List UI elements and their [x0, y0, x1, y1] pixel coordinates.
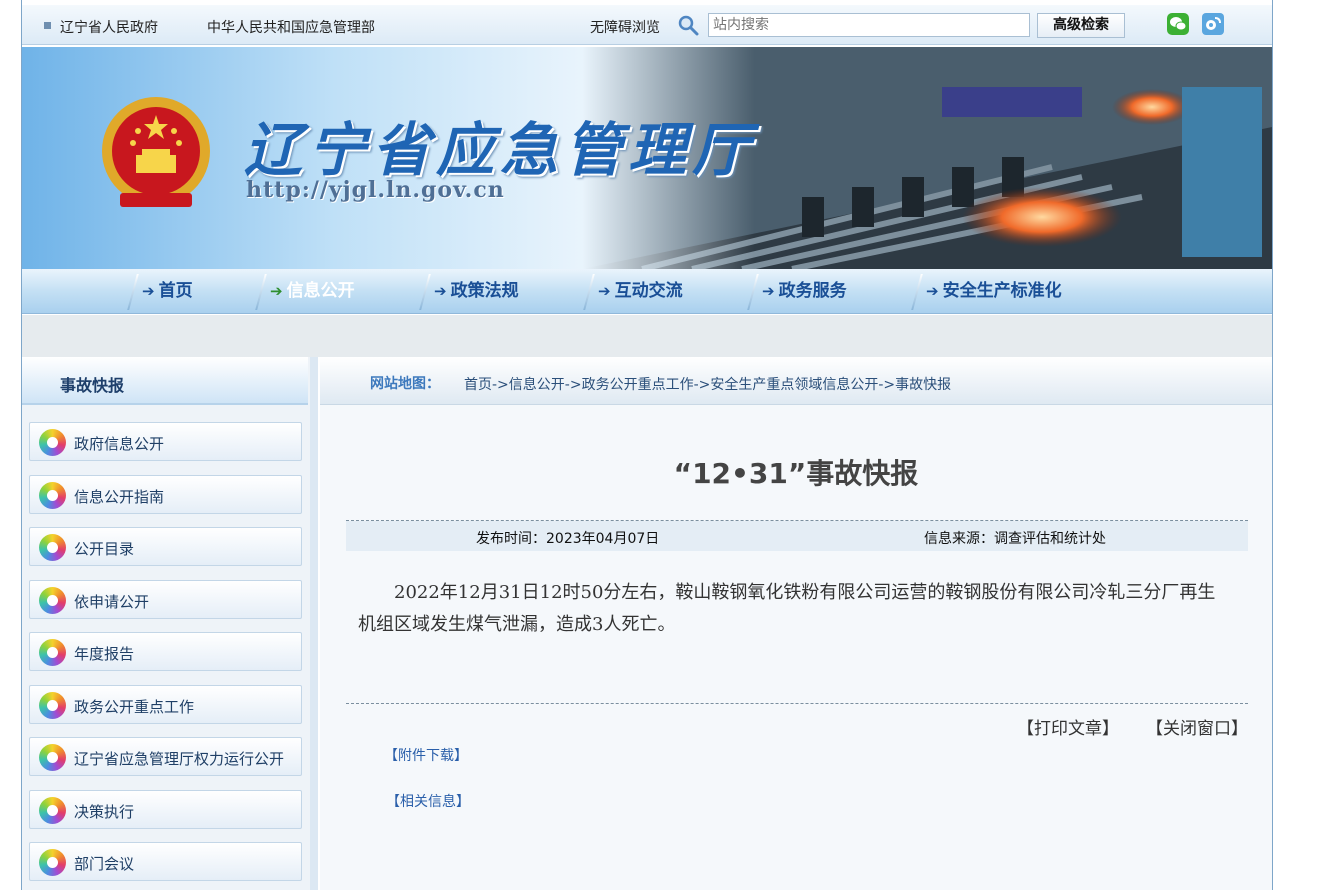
article-meta: 发布时间：2023年04月07日 信息来源：调查评估和统计处 [346, 521, 1248, 551]
main-nav: ➔ 首页 ➔ 信息公开 ➔ 政策法规 ➔ 互动交流 ➔ 政务服务 ➔ 安全生产标准化 [22, 269, 1272, 314]
wechat-icon[interactable] [1167, 13, 1189, 35]
sidebar-item-key-work[interactable]: 政务公开重点工作 [29, 685, 302, 724]
sidebar-item-guide[interactable]: 信息公开指南 [29, 475, 302, 514]
ball-icon [39, 849, 66, 876]
close-window-link[interactable]: 【关闭窗口】 [1146, 714, 1248, 739]
ball-icon [39, 797, 66, 824]
arrow-right-icon: ➔ [926, 282, 939, 300]
arrow-right-icon: ➔ [434, 282, 447, 300]
related-info-link[interactable]: 【相关信息】 [386, 791, 470, 811]
ball-icon [39, 429, 66, 456]
ball-icon [39, 639, 66, 666]
sidebar-item-gov-info[interactable]: 政府信息公开 [29, 422, 302, 461]
nav-item-policy[interactable]: ➔ 政策法规 [419, 269, 519, 314]
ball-icon [39, 692, 66, 719]
ball-icon [39, 587, 66, 614]
sidebar-header: 事故快报 [22, 357, 308, 405]
link-emergency-ministry[interactable]: 中华人民共和国应急管理部 [207, 17, 375, 37]
sidebar-item-meetings[interactable]: 部门会议 [29, 842, 302, 881]
sidebar: 事故快报 政府信息公开 信息公开指南 公开目录 依申请公开 年度报告 政务公开重… [22, 357, 318, 890]
breadcrumb-bar: 网站地图： 首页->信息公开->政务公开重点工作->安全生产重点领域信息公开->… [320, 357, 1272, 405]
ball-icon [39, 534, 66, 561]
arrow-right-icon: ➔ [598, 282, 611, 300]
nav-item-interaction[interactable]: ➔ 互动交流 [583, 269, 683, 314]
site-title: 辽宁省应急管理厅 [244, 116, 757, 184]
article-source: 信息来源：调查评估和统计处 [924, 531, 1106, 547]
attachment-download-link[interactable]: 【附件下载】 [384, 745, 468, 765]
sidebar-item-request[interactable]: 依申请公开 [29, 580, 302, 619]
sidebar-item-power-operation[interactable]: 辽宁省应急管理厅权力运行公开 [29, 737, 302, 776]
link-liaoning-government[interactable]: 辽宁省人民政府 [60, 17, 158, 37]
search-icon[interactable] [677, 14, 699, 36]
nav-item-home[interactable]: ➔ 首页 [127, 269, 193, 314]
accessibility-link[interactable]: 无障碍浏览 [590, 17, 660, 37]
print-article-link[interactable]: 【打印文章】 [1017, 714, 1119, 739]
page-frame: 辽宁省人民政府 中华人民共和国应急管理部 无障碍浏览 高级检索 [21, 0, 1273, 890]
ball-icon [39, 744, 66, 771]
header-banner: 辽宁省应急管理厅 http://yjgl.ln.gov.cn [22, 47, 1272, 269]
search-input[interactable] [708, 13, 1030, 37]
site-url: http://yjgl.ln.gov.cn [246, 177, 505, 203]
sitemap-label[interactable]: 网站地图： [370, 373, 440, 393]
sidebar-item-decision[interactable]: 决策执行 [29, 790, 302, 829]
nav-item-services[interactable]: ➔ 政务服务 [747, 269, 847, 314]
breadcrumb[interactable]: 首页->信息公开->政务公开重点工作->安全生产重点领域信息公开->事故快报 [464, 374, 951, 394]
sidebar-item-catalog[interactable]: 公开目录 [29, 527, 302, 566]
publish-date: 发布时间：2023年04月07日 [476, 531, 660, 547]
article-body: 2022年12月31日12时50分左右，鞍山鞍钢氧化铁粉有限公司运营的鞍钢股份有… [358, 582, 1216, 635]
sidebar-item-annual-report[interactable]: 年度报告 [29, 632, 302, 671]
national-emblem-icon [102, 97, 210, 207]
nav-item-safety-standard[interactable]: ➔ 安全生产标准化 [911, 269, 1062, 314]
arrow-right-icon: ➔ [762, 282, 775, 300]
spacer-band [22, 315, 1272, 357]
weibo-icon[interactable] [1202, 13, 1224, 35]
ball-icon [39, 482, 66, 509]
article-title: “12•31”事故快报 [673, 457, 919, 490]
arrow-right-icon: ➔ [142, 282, 155, 300]
nav-item-info-disclosure[interactable]: ➔ 信息公开 [255, 269, 355, 314]
divider [346, 703, 1248, 704]
top-bar: 辽宁省人民政府 中华人民共和国应急管理部 无障碍浏览 高级检索 [22, 5, 1272, 45]
sidebar-title: 事故快报 [60, 376, 125, 395]
bullet-icon [44, 22, 51, 29]
main-content: 网站地图： 首页->信息公开->政务公开重点工作->安全生产重点领域信息公开->… [320, 357, 1272, 890]
advanced-search-button[interactable]: 高级检索 [1037, 13, 1125, 38]
arrow-right-icon: ➔ [270, 282, 283, 300]
